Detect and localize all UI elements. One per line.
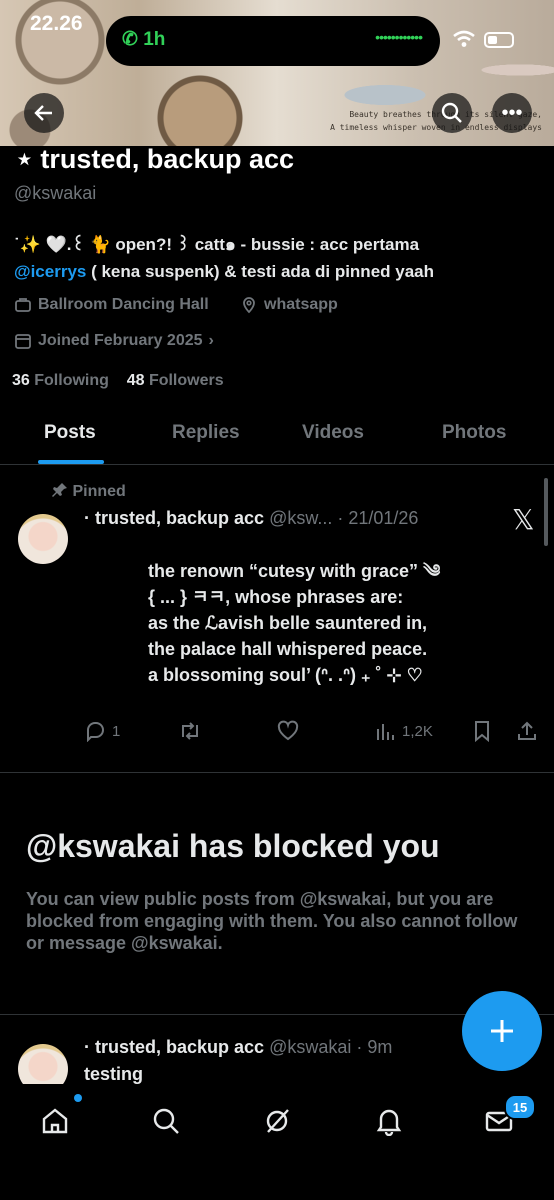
post-header: · trusted, backup acc @ksw... · 21/01/26 xyxy=(84,508,418,529)
post-line: { ... } ㅋㅋ, whose phrases are: xyxy=(148,587,404,607)
search-button[interactable] xyxy=(432,93,472,133)
profile-tabs: Posts Replies Videos Photos xyxy=(0,410,554,465)
location-pin-icon xyxy=(243,297,255,314)
post-line: the palace hall whispered peace. xyxy=(148,639,428,659)
briefcase-icon xyxy=(15,298,31,312)
home-icon xyxy=(42,1108,68,1134)
website-text[interactable]: whatsapp xyxy=(264,296,338,314)
location-text: Ballroom Dancing Hall xyxy=(38,296,209,313)
comment-icon xyxy=(87,722,104,742)
post-line: as the ℒavish belle sauntered in, xyxy=(148,613,428,633)
dynamic-island[interactable]: ✆ 1h •••••••••••• xyxy=(106,16,440,66)
more-options-button[interactable]: ••• xyxy=(492,93,532,133)
bookmark-icon xyxy=(475,721,489,742)
post-header: · trusted, backup acc @kswakai · 9m xyxy=(84,1037,392,1058)
blocked-description: You can view public posts from @kswakai,… xyxy=(26,889,518,953)
arrow-left-icon xyxy=(34,105,52,121)
profile-bio: ˙✨ 🤍.꒰ 🐈 open?! ꒱ catt๑ - bussie : acc p… xyxy=(14,231,544,285)
bio-line: @icerrys ( kena suspenk) & testi ada di … xyxy=(14,258,544,285)
battery-icon xyxy=(484,32,514,48)
messages-badge: 15 xyxy=(504,1094,536,1120)
bottom-navigation: 15 xyxy=(0,1084,554,1200)
avatar[interactable] xyxy=(18,514,68,564)
chevron-right-icon: › xyxy=(208,332,214,349)
nav-search[interactable] xyxy=(149,1104,183,1138)
pinned-text: Pinned xyxy=(72,483,126,500)
audio-waveform-icon: •••••••••••• xyxy=(375,29,423,45)
search-icon xyxy=(153,1108,179,1134)
tab-videos[interactable]: Videos xyxy=(302,422,364,444)
post-author-name[interactable]: · trusted, backup acc xyxy=(84,508,264,528)
active-tab-indicator xyxy=(38,460,104,464)
back-button[interactable] xyxy=(24,93,64,133)
post-body[interactable]: the renown “cutesy with grace” ༄ { ... }… xyxy=(148,558,492,688)
profile-website[interactable]: whatsapp xyxy=(240,296,338,314)
repost-button[interactable] xyxy=(178,720,202,742)
nav-home[interactable] xyxy=(38,1104,72,1138)
divider xyxy=(0,772,554,773)
heart-icon xyxy=(277,720,299,741)
post-line: the renown “cutesy with grace” ༄ xyxy=(148,561,441,581)
bio-text: ( kena suspenk) & testi ada di pinned ya… xyxy=(86,262,435,281)
profile-location: Ballroom Dancing Hall xyxy=(14,296,209,314)
followers-count: 48 xyxy=(126,372,145,389)
x-logo-icon: 𝕏 xyxy=(512,503,535,536)
followers-link[interactable]: 48 Followers xyxy=(127,372,224,389)
pinned-label: Pinned xyxy=(52,482,126,501)
tab-posts[interactable]: Posts xyxy=(44,422,96,444)
phone-icon: ✆ xyxy=(122,29,138,50)
following-label: Following xyxy=(34,372,109,389)
bio-mention-link[interactable]: @icerrys xyxy=(14,262,86,281)
post-date: · 21/01/26 xyxy=(337,508,419,528)
compose-button[interactable] xyxy=(462,991,542,1071)
post-time: · 9m xyxy=(356,1037,393,1057)
tab-replies[interactable]: Replies xyxy=(172,422,240,444)
post-author-handle[interactable]: @kswakai xyxy=(269,1037,351,1057)
post-author-name[interactable]: · trusted, backup acc xyxy=(84,1037,264,1057)
followers-label: Followers xyxy=(148,372,224,389)
repost-icon xyxy=(182,722,198,740)
home-notification-dot xyxy=(74,1094,82,1102)
bell-icon xyxy=(376,1109,402,1136)
nav-notifications[interactable] xyxy=(372,1104,406,1138)
calendar-icon xyxy=(15,334,31,349)
reply-count: 1 xyxy=(112,722,121,740)
share-button[interactable] xyxy=(516,720,538,742)
profile-name: ⋆ trusted, backup acc xyxy=(16,144,294,174)
nav-grok[interactable] xyxy=(260,1104,294,1138)
post-body[interactable]: testing xyxy=(84,1064,143,1085)
joined-text: Joined February 2025 xyxy=(38,332,203,349)
following-link[interactable]: 36 Following xyxy=(12,372,109,389)
views-button[interactable]: 1,2K xyxy=(374,720,433,742)
wifi-icon xyxy=(452,30,476,53)
share-icon xyxy=(518,721,536,740)
bio-line: ˙✨ 🤍.꒰ 🐈 open?! ꒱ catt๑ - bussie : acc p… xyxy=(14,235,420,254)
analytics-icon xyxy=(377,724,394,740)
views-count: 1,2K xyxy=(402,722,433,740)
status-time: 22.26 xyxy=(30,12,83,35)
scrollbar[interactable] xyxy=(544,478,548,546)
post-line: a blossoming soul’ (ᐢ. .ᐢ) ₊ ˚ ⊹ ♡ xyxy=(148,665,423,685)
plus-icon xyxy=(491,1020,513,1042)
blocked-title: @kswakai has blocked you xyxy=(26,828,440,864)
following-count: 36 xyxy=(12,372,30,389)
reply-button[interactable]: 1 xyxy=(84,720,120,742)
post-author-handle[interactable]: @ksw... xyxy=(269,508,332,528)
bookmark-button[interactable] xyxy=(472,720,492,742)
call-indicator: ✆ 1h xyxy=(122,28,165,51)
tab-photos[interactable]: Photos xyxy=(442,422,506,444)
profile-joined[interactable]: Joined February 2025 › xyxy=(14,332,214,350)
follow-stats: 36 Following 48 Followers xyxy=(12,372,224,390)
profile-handle: @kswakai xyxy=(14,183,97,203)
search-icon xyxy=(441,102,462,123)
ellipsis-icon: ••• xyxy=(501,102,523,124)
call-duration: 1h xyxy=(143,29,166,50)
pin-icon xyxy=(52,483,67,497)
grok-icon xyxy=(266,1109,289,1133)
like-button[interactable] xyxy=(276,720,300,742)
post-actions: 1 1,2K xyxy=(84,720,544,750)
